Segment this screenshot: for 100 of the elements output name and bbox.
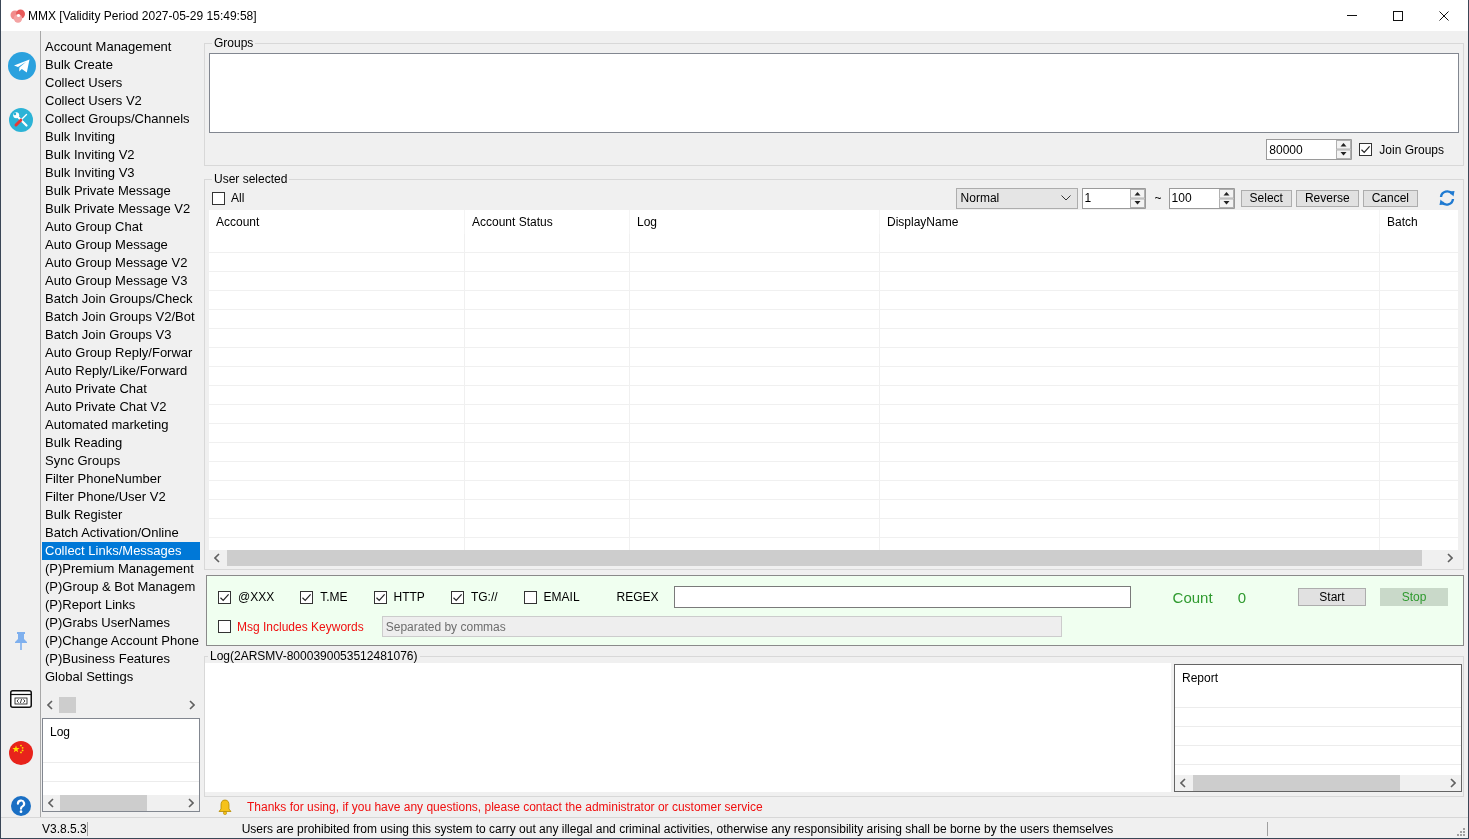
checkbox-label: Msg Includes Keywords [237, 619, 364, 634]
checkbox-label: T.ME [320, 590, 348, 604]
sidebar-item[interactable]: Automated marketing [42, 416, 200, 434]
sidebar-item[interactable]: Batch Activation/Online [42, 524, 200, 542]
bell-icon [218, 799, 232, 815]
count-value: 0 [1237, 588, 1246, 606]
flag-icon[interactable] [8, 741, 33, 765]
chevron-right-icon[interactable] [1447, 553, 1453, 563]
option-checkbox[interactable] [450, 590, 464, 604]
keywords-checkbox[interactable] [218, 620, 231, 633]
app-logo-icon [10, 8, 26, 23]
sidebar-item[interactable]: Global Settings [42, 668, 200, 686]
list-header: Log [50, 725, 71, 739]
sidebar-item[interactable]: Bulk Private Message V2 [42, 200, 200, 218]
chevron-right-icon[interactable] [188, 798, 194, 808]
resize-grip-icon[interactable] [1456, 827, 1465, 836]
action-button[interactable]: Start [1298, 588, 1366, 606]
range-separator: ~ [1154, 191, 1162, 205]
checkbox-label: TG:// [470, 590, 498, 604]
sidebar-item[interactable]: Filter PhoneNumber [42, 470, 200, 488]
number-field[interactable]: 80000 [1266, 139, 1337, 160]
sidebar-item[interactable]: Collect Groups/Channels [42, 110, 200, 128]
mode-dropdown[interactable]: Normal [955, 187, 1078, 209]
sidebar-item[interactable]: (P)Premium Management [42, 560, 200, 578]
horizontal-scrollbar[interactable] [43, 795, 199, 811]
sidebar-item[interactable]: Collect Links/Messages [42, 542, 200, 560]
column-header[interactable]: Log [630, 210, 880, 234]
list-header: Report [1182, 671, 1219, 685]
sidebar-item[interactable]: Auto Group Reply/Forwar [42, 344, 200, 362]
sidebar-item[interactable]: Auto Private Chat [42, 380, 200, 398]
chevron-down-icon [1060, 195, 1071, 201]
sidebar-item[interactable]: Auto Group Chat [42, 218, 200, 236]
horizontal-scrollbar[interactable] [1175, 775, 1461, 791]
help-icon[interactable] [10, 796, 31, 816]
sidebar-item[interactable]: Auto Group Message [42, 236, 200, 254]
chevron-right-icon[interactable] [1450, 778, 1456, 788]
sidebar-item[interactable]: Bulk Register [42, 506, 200, 524]
sidebar-item[interactable]: Sync Groups [42, 452, 200, 470]
sidebar-item[interactable]: (P)Change Account Phone [42, 632, 200, 650]
column-header[interactable]: Batch [1380, 210, 1458, 234]
count-label: Count [1172, 588, 1213, 606]
number-field[interactable]: 100 [1168, 187, 1219, 209]
sidebar-item[interactable]: (P)Business Features [42, 650, 200, 668]
close-icon[interactable] [1439, 10, 1449, 21]
sidebar-item[interactable]: Bulk Reading [42, 434, 200, 452]
scrollbar-thumb[interactable] [60, 795, 147, 811]
chevron-left-icon[interactable] [48, 798, 54, 808]
select-all-checkbox[interactable] [212, 191, 225, 205]
scrollbar-thumb[interactable] [1193, 775, 1400, 791]
version-label: V3.8.5.3 [42, 821, 87, 836]
sidebar-item[interactable]: Auto Reply/Like/Forward [42, 362, 200, 380]
toolbar-button[interactable]: Reverse [1295, 189, 1359, 207]
up-down-arrows-icon[interactable] [1336, 139, 1353, 160]
option-checkbox[interactable] [373, 590, 387, 604]
sidebar-item[interactable]: Batch Join Groups/Check [42, 290, 200, 308]
chevron-right-icon[interactable] [189, 700, 195, 710]
sidebar-item[interactable]: Filter Phone/User V2 [42, 488, 200, 506]
sidebar-item[interactable]: Bulk Private Message [42, 182, 200, 200]
option-checkbox[interactable] [523, 590, 537, 604]
column-header[interactable]: Account [209, 210, 465, 234]
checkbox-label: All [231, 191, 245, 205]
paper-plane-icon[interactable] [7, 52, 36, 80]
sidebar-item[interactable]: Bulk Create [42, 56, 200, 74]
column-header[interactable]: DisplayName [880, 210, 1380, 234]
code-window-icon[interactable] [9, 690, 32, 708]
column-header[interactable]: Account Status [465, 210, 630, 234]
checkbox-label: EMAIL [543, 590, 580, 604]
groups-field[interactable] [209, 53, 1459, 133]
toolbar-button[interactable]: Select [1240, 189, 1292, 207]
chevron-left-icon[interactable] [47, 700, 53, 710]
refresh-icon[interactable] [1438, 189, 1456, 207]
regex-field[interactable] [673, 586, 1131, 608]
sidebar-item[interactable]: Batch Join Groups V3 [42, 326, 200, 344]
option-checkbox[interactable] [218, 590, 231, 604]
scrollbar-thumb[interactable] [59, 697, 76, 713]
number-field[interactable]: 1 [1081, 187, 1130, 209]
maximize-icon[interactable] [1393, 10, 1403, 21]
sidebar-item[interactable]: Collect Users V2 [42, 92, 200, 110]
sidebar-item[interactable]: Auto Group Message V3 [42, 272, 200, 290]
toolbar-button[interactable]: Cancel [1362, 189, 1418, 207]
sidebar-item[interactable]: Account Management [42, 38, 200, 56]
up-down-arrows-icon[interactable] [1218, 187, 1235, 209]
tools-icon[interactable] [8, 108, 33, 132]
sidebar-item[interactable]: Bulk Inviting V3 [42, 164, 200, 182]
option-checkbox[interactable] [300, 590, 314, 604]
sidebar-item[interactable]: Batch Join Groups V2/Bot [42, 308, 200, 326]
sidebar-item[interactable]: Auto Group Message V2 [42, 254, 200, 272]
sidebar-item[interactable]: Bulk Inviting V2 [42, 146, 200, 164]
sidebar-item[interactable]: (P)Group & Bot Managem [42, 578, 200, 596]
sidebar-item[interactable]: (P)Grabs UserNames [42, 614, 200, 632]
sidebar-item[interactable]: Auto Private Chat V2 [42, 398, 200, 416]
up-down-arrows-icon[interactable] [1129, 187, 1146, 209]
panel-title: Groups [213, 36, 255, 50]
chevron-left-icon[interactable] [1180, 778, 1186, 788]
sidebar-item[interactable]: Bulk Inviting [42, 128, 200, 146]
sidebar-item[interactable]: (P)Report Links [42, 596, 200, 614]
field-label: REGEX [616, 590, 659, 604]
sidebar-item[interactable]: Collect Users [42, 74, 200, 92]
chevron-left-icon[interactable] [214, 553, 220, 563]
join-groups-checkbox[interactable] [1359, 143, 1373, 156]
